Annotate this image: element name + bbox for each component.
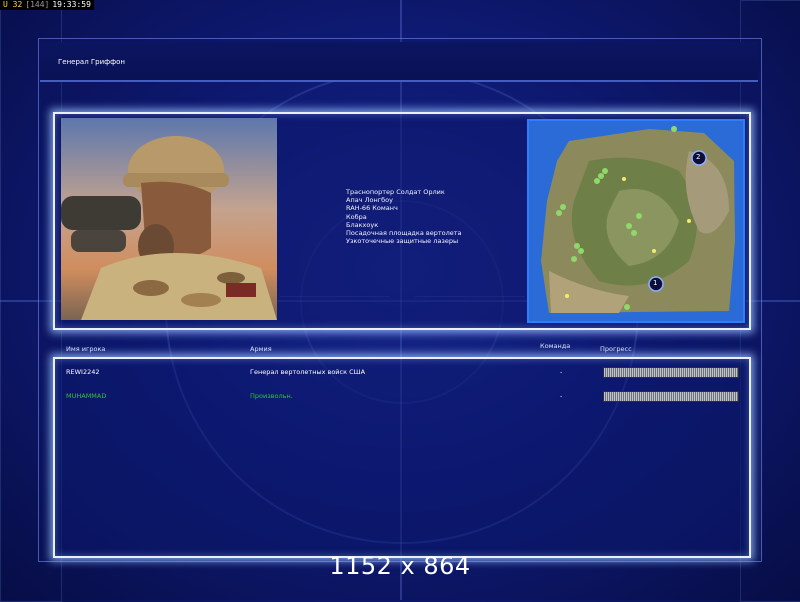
page-title: Генерал Гриффон xyxy=(58,58,125,66)
player-team: - xyxy=(560,368,563,376)
unit-list-item: RAH-66 Команч xyxy=(346,204,398,213)
unit-list-item: Посадочная площадка вертолета xyxy=(346,229,462,238)
title-bar xyxy=(40,42,758,82)
player-name: MUHAMMAD xyxy=(66,392,107,400)
ping-readout: [144] xyxy=(25,0,50,9)
minimap: 1 2 xyxy=(527,119,745,323)
unit-list-item: Узкоточечные защитные лазеры xyxy=(346,237,459,246)
start-marker-label: 2 xyxy=(696,153,701,161)
col-header-team: Команда xyxy=(540,342,571,350)
player-army: Генерал вертолетных войск США xyxy=(250,368,366,376)
status-hud: U 32 [144] 19:33:59 xyxy=(0,0,94,10)
general-portrait xyxy=(61,118,277,320)
resolution-label: 1152 x 864 xyxy=(329,552,471,580)
unit-list-item: Траснопортер Солдат Орлик xyxy=(346,188,445,196)
players-table xyxy=(53,357,751,558)
col-header-army: Армия xyxy=(250,345,272,353)
unit-list-item: Апач Лонгбоу xyxy=(346,196,393,205)
player-team: - xyxy=(560,392,563,400)
clock: 19:33:59 xyxy=(52,0,91,9)
player-army: Произвольн. xyxy=(250,392,293,400)
player-name: REWI2242 xyxy=(66,368,100,376)
load-progress-bar xyxy=(603,391,739,402)
load-progress-bar xyxy=(603,367,739,378)
col-header-progress: Прогресс xyxy=(600,345,632,353)
unit-counter: U 32 xyxy=(3,0,23,9)
start-marker-label: 1 xyxy=(653,279,658,287)
unit-list-item: Блакхоук xyxy=(346,220,379,229)
unit-list: Траснопортер Солдат Орлик Апач Лонгбоу R… xyxy=(346,188,462,245)
unit-list-item: Кобра xyxy=(346,212,367,221)
col-header-name: Имя игрока xyxy=(66,345,106,353)
